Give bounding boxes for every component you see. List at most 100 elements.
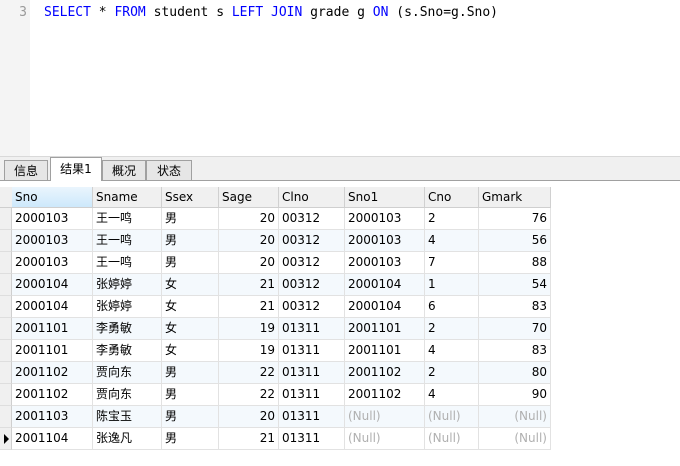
cell-sno[interactable]: 2001101 [12, 340, 93, 362]
cell-sno[interactable]: 2001101 [12, 318, 93, 340]
cell-ssex[interactable]: 男 [162, 208, 219, 230]
cell-gmark[interactable]: 70 [479, 318, 551, 340]
cell-sname[interactable]: 李勇敏 [93, 340, 162, 362]
cell-cno[interactable]: 2 [425, 318, 479, 340]
table-row[interactable]: 2000104 张婷婷女 21 00312 2000104 1 54 [0, 274, 551, 296]
cell-gmark[interactable]: 83 [479, 296, 551, 318]
cell-sno[interactable]: 2001102 [12, 384, 93, 406]
cell-ssex[interactable]: 男 [162, 428, 219, 450]
cell-cno[interactable]: 7 [425, 252, 479, 274]
table-row[interactable]: 2000104 张婷婷女 21 00312 2000104 6 83 [0, 296, 551, 318]
sql-query-line[interactable]: SELECT * FROM student s LEFT JOIN grade … [44, 5, 498, 20]
cell-sno[interactable]: 2000103 [12, 230, 93, 252]
cell-sage[interactable]: 21 [219, 274, 279, 296]
cell-sage[interactable]: 20 [219, 208, 279, 230]
cell-cno[interactable]: 2 [425, 208, 479, 230]
tab-4[interactable]: 状态 [146, 160, 192, 181]
cell-sno1[interactable]: 2000104 [345, 296, 425, 318]
result-grid[interactable]: Sno Sname Ssex Sage Clno Sno1 Cno Gmark 2000103… [0, 181, 680, 466]
cell-clno[interactable]: 01311 [279, 428, 345, 450]
cell-ssex[interactable]: 女 [162, 318, 219, 340]
cell-sname[interactable]: 张婷婷 [93, 274, 162, 296]
row-selector[interactable] [0, 252, 12, 274]
row-selector[interactable] [0, 362, 12, 384]
table-row[interactable]: 2001102 贾向东男 22 01311 2001102 2 80 [0, 362, 551, 384]
row-selector[interactable] [0, 406, 12, 428]
cell-clno[interactable]: 01311 [279, 340, 345, 362]
cell-sno[interactable]: 2000104 [12, 296, 93, 318]
tab-1[interactable]: 信息 [4, 160, 48, 181]
cell-sage[interactable]: 22 [219, 384, 279, 406]
cell-gmark[interactable]: (Null) [479, 428, 551, 450]
cell-sno1[interactable]: 2001101 [345, 318, 425, 340]
table-row[interactable]: 2001101 李勇敏女 19 01311 2001101 2 70 [0, 318, 551, 340]
cell-cno[interactable]: (Null) [425, 406, 479, 428]
table-row[interactable]: 2001101 李勇敏女 19 01311 2001101 4 83 [0, 340, 551, 362]
cell-sno[interactable]: 2001103 [12, 406, 93, 428]
cell-clno[interactable]: 00312 [279, 296, 345, 318]
cell-clno[interactable]: 01311 [279, 318, 345, 340]
cell-sname[interactable]: 李勇敏 [93, 318, 162, 340]
cell-cno[interactable]: 6 [425, 296, 479, 318]
table-row[interactable]: 2000103 王一鸣男 20 00312 2000103 7 88 [0, 252, 551, 274]
cell-sno1[interactable]: 2001102 [345, 384, 425, 406]
cell-sage[interactable]: 20 [219, 406, 279, 428]
row-selector[interactable] [0, 428, 12, 450]
cell-sno[interactable]: 2000103 [12, 208, 93, 230]
cell-sname[interactable]: 王一鸣 [93, 230, 162, 252]
cell-clno[interactable]: 01311 [279, 406, 345, 428]
cell-clno[interactable]: 01311 [279, 362, 345, 384]
cell-cno[interactable]: 1 [425, 274, 479, 296]
column-header-sno[interactable]: Sno [12, 187, 93, 207]
column-header-sname[interactable]: Sname [93, 187, 162, 207]
cell-gmark[interactable]: 76 [479, 208, 551, 230]
cell-sno1[interactable]: 2001102 [345, 362, 425, 384]
table-row[interactable]: 2001103 陈宝玉男 20 01311 (Null) (Null) (Null) [0, 406, 551, 428]
cell-sno1[interactable]: 2000104 [345, 274, 425, 296]
cell-sname[interactable]: 陈宝玉 [93, 406, 162, 428]
cell-sno1[interactable]: (Null) [345, 406, 425, 428]
cell-sno[interactable]: 2000103 [12, 252, 93, 274]
column-header-ssex[interactable]: Ssex [162, 187, 219, 207]
cell-sage[interactable]: 20 [219, 252, 279, 274]
row-selector[interactable] [0, 318, 12, 340]
column-header-sage[interactable]: Sage [219, 187, 279, 207]
cell-clno[interactable]: 00312 [279, 230, 345, 252]
cell-clno[interactable]: 00312 [279, 252, 345, 274]
cell-gmark[interactable]: 88 [479, 252, 551, 274]
cell-sage[interactable]: 19 [219, 340, 279, 362]
cell-ssex[interactable]: 男 [162, 230, 219, 252]
tab-3[interactable]: 概况 [102, 160, 146, 181]
cell-cno[interactable]: 4 [425, 340, 479, 362]
column-header-sno1[interactable]: Sno1 [345, 187, 425, 207]
cell-sage[interactable]: 21 [219, 296, 279, 318]
tab-2[interactable]: 结果1 [50, 157, 102, 182]
cell-ssex[interactable]: 男 [162, 406, 219, 428]
cell-ssex[interactable]: 女 [162, 274, 219, 296]
cell-ssex[interactable]: 女 [162, 296, 219, 318]
cell-sno1[interactable]: 2000103 [345, 208, 425, 230]
cell-sname[interactable]: 张逸凡 [93, 428, 162, 450]
cell-ssex[interactable]: 女 [162, 340, 219, 362]
cell-sname[interactable]: 贾向东 [93, 362, 162, 384]
table-row[interactable]: 2001104 张逸凡男 21 01311 (Null) (Null) (Null) [0, 428, 551, 450]
sql-editor[interactable]: 3 SELECT * FROM student s LEFT JOIN grad… [0, 0, 680, 156]
cell-cno[interactable]: (Null) [425, 428, 479, 450]
row-selector[interactable] [0, 208, 12, 230]
cell-sage[interactable]: 19 [219, 318, 279, 340]
cell-gmark[interactable]: 83 [479, 340, 551, 362]
table-row[interactable]: 2000103 王一鸣男 20 00312 2000103 2 76 [0, 208, 551, 230]
cell-sage[interactable]: 21 [219, 428, 279, 450]
column-header-clno[interactable]: Clno [279, 187, 345, 207]
cell-gmark[interactable]: 90 [479, 384, 551, 406]
row-selector[interactable] [0, 230, 12, 252]
column-header-gmark[interactable]: Gmark [479, 187, 551, 207]
cell-clno[interactable]: 01311 [279, 384, 345, 406]
row-selector[interactable] [0, 296, 12, 318]
cell-gmark[interactable]: 56 [479, 230, 551, 252]
cell-gmark[interactable]: 80 [479, 362, 551, 384]
cell-sname[interactable]: 王一鸣 [93, 252, 162, 274]
row-selector[interactable] [0, 384, 12, 406]
cell-ssex[interactable]: 男 [162, 384, 219, 406]
cell-cno[interactable]: 2 [425, 362, 479, 384]
